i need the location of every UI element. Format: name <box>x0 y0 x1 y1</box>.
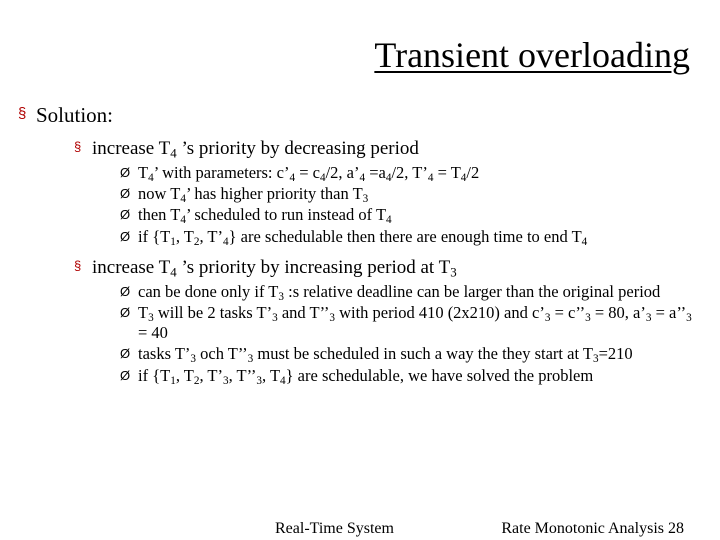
arrow-icon: Ø <box>120 184 138 204</box>
item-text: tasks T’3 och T’’3 must be scheduled in … <box>138 344 633 364</box>
list-item: Ø can be done only if T3 :s relative dea… <box>120 282 698 302</box>
footer-left: Real-Time System <box>275 520 394 538</box>
item-text: T4’ with parameters: c’4 = c4/2, a’4 =a4… <box>138 163 479 183</box>
bullet-solution: § Solution: <box>18 102 698 129</box>
list-item: Ø T4’ with parameters: c’4 = c4/2, a’4 =… <box>120 163 698 183</box>
item-text: can be done only if T3 :s relative deadl… <box>138 282 660 302</box>
slide-body: § Solution: § increase T4 ’s priority by… <box>18 102 698 387</box>
section-b-heading: increase T4 ’s priority by increasing pe… <box>92 256 457 280</box>
bullet-icon: § <box>74 137 92 161</box>
solution-label: Solution: <box>36 102 113 129</box>
list-item: Ø now T4’ has higher priority than T3 <box>120 184 698 204</box>
slide-title: Transient overloading <box>374 34 690 76</box>
slide: Transient overloading § Solution: § incr… <box>0 0 720 540</box>
arrow-icon: Ø <box>120 227 138 247</box>
list-item: Ø if {T1, T2, T’4} are schedulable then … <box>120 227 698 247</box>
item-text: T3 will be 2 tasks T’3 and T’’3 with per… <box>138 303 698 343</box>
bullet-icon: § <box>18 102 36 129</box>
item-text: then T4’ scheduled to run instead of T4 <box>138 205 392 225</box>
arrow-icon: Ø <box>120 303 138 343</box>
section-a-heading: increase T4 ’s priority by decreasing pe… <box>92 137 419 161</box>
bullet-section-a: § increase T4 ’s priority by decreasing … <box>74 137 698 161</box>
footer-right: Rate Monotonic Analysis 28 <box>501 520 684 538</box>
arrow-icon: Ø <box>120 366 138 386</box>
list-item: Ø if {T1, T2, T’3, T’’3, T4} are schedul… <box>120 366 698 386</box>
bullet-icon: § <box>74 256 92 280</box>
arrow-icon: Ø <box>120 163 138 183</box>
bullet-section-b: § increase T4 ’s priority by increasing … <box>74 256 698 280</box>
arrow-icon: Ø <box>120 344 138 364</box>
item-text: if {T1, T2, T’4} are schedulable then th… <box>138 227 587 247</box>
item-text: if {T1, T2, T’3, T’’3, T4} are schedulab… <box>138 366 593 386</box>
arrow-icon: Ø <box>120 205 138 225</box>
list-item: Ø T3 will be 2 tasks T’3 and T’’3 with p… <box>120 303 698 343</box>
list-item: Ø tasks T’3 och T’’3 must be scheduled i… <box>120 344 698 364</box>
spacer <box>18 248 698 254</box>
list-item: Ø then T4’ scheduled to run instead of T… <box>120 205 698 225</box>
item-text: now T4’ has higher priority than T3 <box>138 184 368 204</box>
arrow-icon: Ø <box>120 282 138 302</box>
